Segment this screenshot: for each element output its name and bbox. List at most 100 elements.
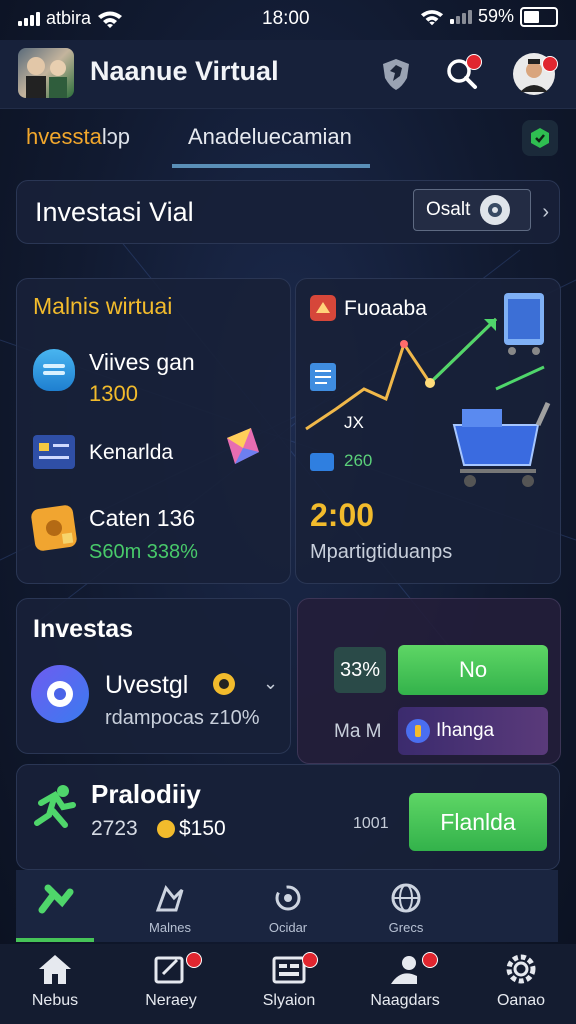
nav-label: Nebus	[31, 992, 79, 1009]
stat-label: Ma M	[334, 721, 382, 742]
nav-label: Slyaion	[262, 992, 316, 1009]
subtab-label: Grecs	[388, 920, 424, 935]
percent-chip: 3 3%	[334, 647, 386, 693]
chip-label: Ihanga	[436, 720, 495, 741]
big-value: 2:00	[310, 497, 375, 533]
card-icon	[310, 453, 334, 471]
invest-name: Uvestgl	[105, 671, 189, 699]
no-button[interactable]: No	[398, 645, 548, 695]
subtab-label: Malnes	[149, 920, 191, 935]
tab-label-suffix: lɔp	[101, 124, 130, 149]
invest-card: Investas Uvestgl ⌄ rdampocas z10%	[16, 598, 291, 754]
profile-avatar[interactable]	[510, 53, 558, 95]
notification-badge	[302, 952, 318, 968]
subtab-active[interactable]	[16, 870, 96, 942]
carrier-indicator: atbira	[18, 8, 123, 29]
nav-label: Oanao	[496, 992, 546, 1009]
stats-card: 3 3% No Ma M Ihanga	[297, 598, 561, 764]
wifi-icon	[98, 11, 123, 28]
product-line: 2723	[91, 817, 138, 840]
item-title: Kenarlda	[89, 441, 174, 464]
chevron-right-icon[interactable]: ›	[542, 201, 549, 224]
nav-label: Naagdars	[370, 992, 440, 1009]
chat-bubble-icon	[33, 349, 75, 391]
target-icon	[480, 195, 511, 225]
ihanga-chip[interactable]: Ihanga	[398, 707, 548, 755]
app-title: Naanue Virtual	[90, 56, 279, 86]
shield-check-icon[interactable]	[522, 120, 558, 156]
panel-caption: Mpartigtiduanps	[310, 541, 453, 563]
tab-label: hvessta	[26, 124, 102, 149]
edit-icon	[154, 956, 184, 984]
battery-percent: 59%	[477, 6, 514, 26]
sub-tab-bar: Malnes Ocidar Grecs	[16, 870, 558, 942]
button-label: Osalt	[426, 199, 471, 220]
document-icon	[310, 363, 336, 391]
run-icon	[38, 884, 74, 914]
nav-oanao[interactable]: Oanao	[466, 952, 576, 1010]
chevron-down-icon[interactable]: ⌄	[263, 673, 278, 694]
card-icon	[33, 435, 75, 469]
chart-panel: Fuoaaba JX 260 2:00 Mpartigtiduanps	[295, 278, 561, 584]
product-amount-wrap: $150	[157, 817, 226, 841]
tab-active[interactable]: Anadeluecamian	[188, 124, 352, 150]
nav-home[interactable]: Nebus	[0, 952, 110, 1010]
bottom-nav: Nebus Neraey Slyaion Naagdars Oanao	[0, 944, 576, 1024]
group-avatar[interactable]	[18, 48, 74, 98]
notification-badge	[422, 952, 438, 968]
person-icon	[391, 956, 417, 984]
wallet-icon	[30, 504, 78, 552]
globe-icon	[391, 883, 421, 913]
active-subtab-indicator	[16, 938, 94, 942]
server-icon	[500, 289, 550, 362]
subtab-grecs[interactable]: Grecs	[366, 870, 446, 942]
item-title: Caten 136	[89, 505, 196, 531]
home-icon	[39, 955, 71, 984]
coin-icon	[157, 820, 175, 838]
item-title: Viives gan	[89, 349, 195, 375]
battery-icon	[520, 6, 558, 27]
status-bar: atbira 18:00 59%	[0, 0, 576, 36]
gem-icon	[223, 424, 263, 473]
card-title: Investas	[33, 615, 134, 643]
coin-icon	[213, 673, 235, 695]
investasi-search-card: Investasi Vial Osalt ›	[16, 180, 560, 244]
nav-slyaion[interactable]: Slyaion	[234, 952, 344, 1010]
nav-naagdars[interactable]: Naagdars	[350, 952, 460, 1010]
refresh-icon	[275, 885, 301, 911]
notification-badge	[542, 56, 558, 72]
notification-badge	[466, 54, 482, 70]
tab-investasi[interactable]: hvesstalɔp	[26, 124, 130, 150]
nav-label: Neraey	[145, 992, 197, 1009]
notification-badge	[186, 952, 202, 968]
item-subtitle: S60m 338%	[89, 541, 198, 563]
cart-icon	[446, 395, 556, 500]
subtab-malnes[interactable]: Malnes	[130, 870, 210, 942]
gear-badge-icon	[31, 665, 89, 723]
wifi-icon	[420, 9, 444, 25]
virtual-panel: Malnis wirtuai Viives gan 1300 Kenarlda …	[16, 278, 291, 584]
carrier-name: atbira	[46, 8, 92, 28]
subtab-ocidar[interactable]: Ocidar	[248, 870, 328, 942]
runner-icon	[33, 781, 77, 836]
percent-prefix: 3	[339, 658, 352, 681]
nav-neraey[interactable]: Neraey	[116, 952, 226, 1010]
bird-icon	[155, 884, 184, 912]
tab-bar: hvesstalɔp Anadeluecamian	[0, 112, 576, 172]
shield-icon[interactable]	[376, 54, 416, 94]
product-side-text: 1001	[353, 815, 389, 832]
status-right: 59%	[420, 6, 558, 27]
percent-label: 3%	[351, 658, 381, 681]
product-title: Pralodiiy	[91, 779, 201, 809]
people-icon	[26, 57, 67, 98]
gear-icon	[506, 954, 536, 984]
annotation-label: JX	[344, 413, 364, 432]
signal-icon	[18, 11, 40, 26]
osalt-button[interactable]: Osalt	[413, 189, 531, 231]
search-icon[interactable]	[442, 54, 482, 94]
flanlda-button[interactable]: Flanlda	[409, 793, 547, 851]
product-card: Pralodiiy 2723 $150 1001 Flanlda	[16, 764, 560, 870]
panel-heading: Malnis wirtuai	[33, 293, 173, 319]
item-value: 1300	[89, 381, 138, 406]
section-title: Investasi Vial	[35, 197, 194, 227]
